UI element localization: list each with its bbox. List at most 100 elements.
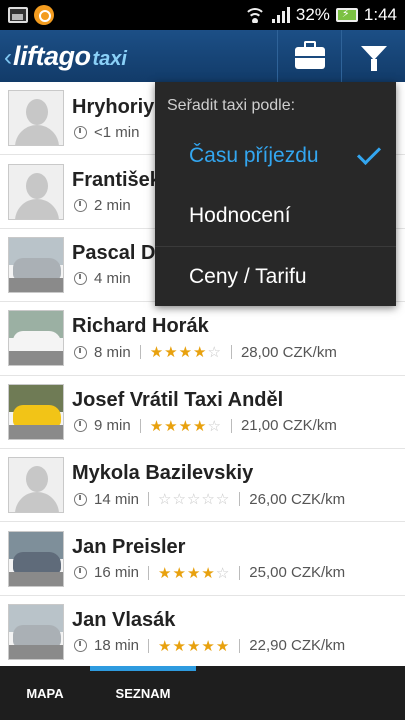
star-filled-icon: ★	[193, 344, 208, 362]
star-filled-icon: ★	[164, 417, 179, 435]
clock-icon	[74, 272, 87, 286]
sort-option-label: Času příjezdu	[189, 144, 319, 167]
battery-charging-icon	[335, 7, 358, 22]
driver-name: Josef Vrátil Taxi Anděl	[72, 388, 284, 411]
driver-eta: 4 min	[94, 270, 131, 288]
driver-row[interactable]: Jan Vlasák 18 min ★★★★★ 22,90 CZK/km	[0, 596, 405, 666]
separator	[239, 638, 241, 653]
star-filled-icon: ★	[201, 637, 216, 655]
logo-sub: taxi	[92, 47, 127, 70]
avatar-placeholder-icon	[8, 163, 64, 220]
driver-meta: 18 min ★★★★★ 22,90 CZK/km	[72, 637, 405, 655]
star-empty-icon: ☆	[207, 344, 222, 362]
separator	[230, 418, 232, 433]
car-photo	[8, 310, 64, 367]
driver-eta: 16 min	[94, 564, 140, 582]
tab-label: SEZNAM	[115, 685, 171, 701]
star-filled-icon: ★	[172, 637, 187, 655]
star-filled-icon: ★	[186, 564, 202, 582]
sort-menu: Seřadit taxi podle: Času příjezdu Hodnoc…	[155, 82, 396, 306]
star-filled-icon: ★	[201, 564, 216, 582]
back-chevron-icon: ‹	[4, 43, 12, 71]
sort-option-price[interactable]: Ceny / Tarifu	[155, 246, 396, 306]
clock-time: 1:44	[363, 5, 397, 24]
star-empty-icon: ☆	[215, 491, 231, 509]
signal-icon	[271, 7, 290, 23]
app-bar: ‹ liftago taxi	[0, 30, 405, 82]
sort-option-rating[interactable]: Hodnocení	[155, 186, 396, 246]
driver-price: 21,00 CZK/km	[240, 417, 337, 435]
star-empty-icon: ☆	[172, 491, 187, 509]
driver-meta: 14 min ☆☆☆☆☆ 26,00 CZK/km	[72, 490, 405, 508]
star-empty-icon: ☆	[207, 417, 222, 435]
star-filled-icon: ★	[178, 344, 194, 362]
clock-icon	[74, 639, 87, 653]
filter-sort-button[interactable]	[341, 30, 405, 82]
star-filled-icon: ★	[186, 637, 202, 655]
clock-icon	[74, 492, 87, 506]
star-filled-icon: ★	[172, 564, 187, 582]
rating-stars: ★★★★★	[158, 637, 230, 655]
driver-row[interactable]: Richard Horák 8 min ★★★★☆ 28,00 CZK/km	[0, 302, 405, 376]
driver-eta: 8 min	[94, 343, 131, 361]
car-photo	[8, 530, 64, 587]
driver-row[interactable]: Mykola Bazilevskiy 14 min ☆☆☆☆☆ 26,00 CZK/k…	[0, 449, 405, 523]
driver-eta: 2 min	[94, 197, 131, 215]
clock-icon	[74, 419, 87, 433]
clock-icon	[74, 199, 87, 213]
tab-label: MAPA	[26, 685, 64, 701]
app-notification-icon	[34, 5, 54, 25]
separator	[139, 418, 141, 433]
avatar-placeholder-icon	[8, 90, 64, 147]
logo-brand: liftago	[13, 40, 91, 71]
wifi-icon	[243, 7, 266, 23]
clock-icon	[74, 125, 87, 139]
star-empty-icon: ☆	[201, 491, 216, 509]
driver-row[interactable]: Jan Preisler 16 min ★★★★☆ 25,00 CZK/km	[0, 522, 405, 596]
tab-map[interactable]: MAPA	[0, 666, 90, 720]
app-logo-up-button[interactable]: ‹ liftago taxi	[0, 41, 127, 72]
briefcase-icon	[294, 41, 325, 69]
driver-meta: 8 min ★★★★☆ 28,00 CZK/km	[72, 343, 405, 361]
star-filled-icon: ★	[149, 344, 165, 362]
driver-eta: 14 min	[94, 490, 140, 508]
driver-name: Jan Vlasák	[72, 608, 176, 631]
separator	[239, 492, 241, 507]
driver-meta: 16 min ★★★★☆ 25,00 CZK/km	[72, 564, 405, 582]
driver-row[interactable]: Josef Vrátil Taxi Anděl 9 min ★★★★☆ 21,00 C…	[0, 376, 405, 449]
driver-price: 26,00 CZK/km	[249, 490, 346, 508]
checkmark-icon	[356, 140, 382, 166]
briefcase-button[interactable]	[277, 30, 341, 82]
separator	[139, 345, 141, 360]
separator	[230, 345, 232, 360]
star-filled-icon: ★	[149, 417, 165, 435]
car-photo	[8, 603, 64, 660]
battery-percent: 32%	[295, 5, 330, 24]
car-photo	[8, 383, 64, 440]
star-empty-icon: ☆	[158, 491, 173, 509]
driver-price: 25,00 CZK/km	[249, 564, 346, 582]
filter-icon	[360, 46, 387, 71]
star-filled-icon: ★	[215, 637, 231, 655]
star-filled-icon: ★	[158, 564, 173, 582]
star-filled-icon: ★	[164, 344, 179, 362]
rating-stars: ★★★★☆	[150, 417, 222, 435]
separator	[239, 565, 241, 580]
tab-list[interactable]: SEZNAM	[90, 666, 196, 720]
star-filled-icon: ★	[178, 417, 194, 435]
separator	[148, 565, 150, 580]
driver-name: Mykola Bazilevskiy	[72, 462, 254, 485]
rating-stars: ★★★★☆	[158, 564, 230, 582]
car-photo	[8, 236, 64, 293]
driver-eta: <1 min	[94, 123, 140, 141]
driver-name: Richard Horák	[72, 315, 209, 338]
clock-icon	[74, 345, 87, 359]
sort-option-arrival[interactable]: Času příjezdu	[155, 126, 396, 186]
sort-option-label: Hodnocení	[189, 204, 291, 227]
star-empty-icon: ☆	[215, 564, 231, 582]
rating-stars: ★★★★☆	[150, 343, 222, 361]
avatar-placeholder-icon	[8, 457, 64, 514]
star-filled-icon: ★	[193, 417, 208, 435]
driver-name: Jan Preisler	[72, 535, 186, 558]
star-filled-icon: ★	[158, 637, 173, 655]
